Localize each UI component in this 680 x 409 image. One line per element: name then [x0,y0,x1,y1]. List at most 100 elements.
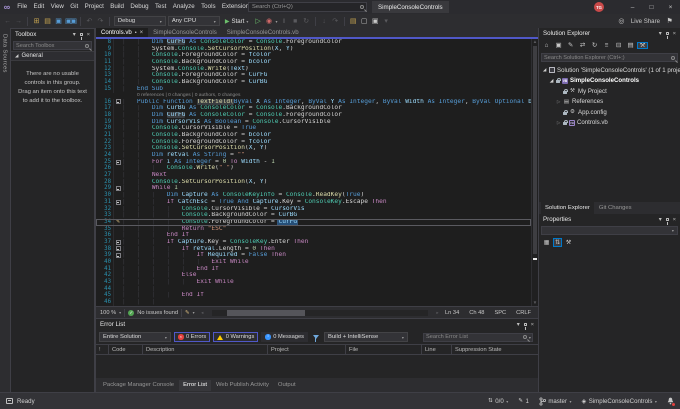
tree-item-simpleconsolecontrols[interactable]: ◢ VB SimpleConsoleControls [539,76,680,87]
step-into-icon[interactable]: ↓ [320,18,329,25]
code-line[interactable]: 8 │ │ Dim CurFG As ConsoleColor = Console… [96,39,531,46]
menu-view[interactable]: View [47,0,67,14]
chevron-down-icon[interactable]: ▾ [517,322,520,328]
collapsed-arrow-icon[interactable]: ▷ [556,120,561,126]
find-in-files-icon[interactable]: ▤ [349,17,358,25]
pin-icon[interactable] [665,32,669,39]
zoom-level[interactable]: 100 % [100,310,116,316]
code-line[interactable]: 42 │ │ │ │ Else [96,272,531,280]
horizontal-scrollbar[interactable] [211,309,429,316]
code-line[interactable]: 15 │ End Sub [96,85,531,93]
chevron-down-icon[interactable]: ▾ [659,31,662,37]
stop-debugging-icon[interactable]: ■ [291,18,300,25]
window-layout-icon[interactable]: ▣ [371,17,380,25]
document-tab[interactable]: Controls.vb • × [96,28,149,37]
code-line[interactable]: 31 │ │ │ If CatchEsc = True And Capture.K… [96,198,531,206]
error-list-search-input[interactable] [424,334,521,340]
solution-configurations-dropdown[interactable]: Debug ▾ [113,16,166,26]
bottom-tab-error-list[interactable]: Error List [179,379,211,391]
properties-grid[interactable] [539,249,680,392]
show-all-files-icon[interactable]: ▤ [625,42,636,49]
pending-changes-filter-icon[interactable]: ✎ [565,42,576,49]
menu-debug[interactable]: Debug [127,0,152,14]
search-input[interactable] [249,4,358,10]
tree-item-controls-vb[interactable]: ▷ VB Controls.vb [539,118,680,129]
scroll-left-icon[interactable]: ◂ [198,310,207,316]
close-tab-icon[interactable]: × [140,30,144,36]
code-line[interactable]: 35 │ │ │ │ Return "ESC" [96,225,531,233]
code-line[interactable]: 43 │ │ │ │ │ Exit While [96,279,531,286]
panel-tab-solution-explorer[interactable]: Solution Explorer [541,202,594,214]
menu-analyze[interactable]: Analyze [170,0,198,14]
menu-tools[interactable]: Tools [198,0,219,14]
code-line[interactable]: 46 │ │ │ [96,299,531,306]
collapse-all-icon[interactable]: ⊟ [613,42,624,49]
code-line[interactable]: 11 │ │ Console.BackgroundColor = bcolor [96,59,531,66]
break-all-icon[interactable]: ‖ [280,18,289,25]
errors-toggle-button[interactable]: × 0 Errors [174,332,211,342]
hot-reload-icon[interactable]: ◉ [265,17,274,25]
vertical-scrollbar[interactable]: ▲ ▼ [531,39,538,306]
chevron-down-icon[interactable]: ▾ [659,217,662,223]
account-avatar[interactable]: TG [594,2,604,12]
column-header-project[interactable]: Project [268,345,346,354]
collapse-region-icon[interactable] [115,99,121,105]
chevron-down-icon[interactable]: ▾ [73,32,76,38]
code-line[interactable]: 17 │ │ Dim CurBG As ConsoleColor = Consol… [96,105,531,112]
column-header-suppression-state[interactable]: Suppression State [452,345,538,354]
save-all-icon[interactable]: ▣▣ [65,17,77,25]
code-line[interactable]: 9 │ │ System.Console.SetCursorPosition(X,… [96,45,531,53]
column-header-description[interactable]: Description [143,345,268,354]
collapse-region-icon[interactable] [115,159,121,165]
properties-object-dropdown[interactable]: ▾ [541,226,678,235]
nav-forward-icon[interactable]: → [14,18,23,25]
health-status[interactable]: No issues found [137,310,178,316]
categorized-icon[interactable]: ▦ [542,238,551,247]
code-line[interactable]: 38 │ │ │ │ If retval.Length = 0 Then [96,245,531,253]
menu-build[interactable]: Build [107,0,127,14]
open-file-icon[interactable]: ▤ [43,17,52,25]
expanded-arrow-icon[interactable]: ◢ [542,67,547,73]
collapsed-arrow-icon[interactable]: ▷ [556,99,561,105]
code-line[interactable]: 18 │ │ Dim CurFG As ConsoleColor = Consol… [96,111,531,119]
code-line[interactable]: 12 │ │ System.Console.Write(Text) [96,65,531,73]
tree-item-solution-simpleconsolecontrols[interactable]: ◢ Solution 'SimpleConsoleControls' (1 of … [539,65,680,76]
code-line[interactable]: 14 │ │ Console.BackgroundColor = CurBG [96,79,531,86]
code-line[interactable]: 10 │ │ Console.ForegroundColor = fcolor [96,52,531,60]
data-sources-side-tab[interactable]: Data Sources [2,28,8,73]
menu-test[interactable]: Test [152,0,170,14]
menu-project[interactable]: Project [81,0,107,14]
save-icon[interactable]: ▣ [54,17,63,25]
close-icon[interactable]: × [87,32,90,38]
menu-git[interactable]: Git [67,0,81,14]
close-icon[interactable]: × [531,322,534,328]
scrollbar-thumb[interactable] [533,46,537,254]
code-line[interactable]: 44 │ │ │ [96,285,531,293]
filter-icon[interactable] [312,335,319,342]
code-line[interactable]: 16 │ Public Function TextField(ByVal X As… [96,98,531,106]
code-line[interactable]: 29 │ │ While 1 [96,185,531,193]
feedback-icon[interactable]: ⚑ [665,17,674,25]
redo-icon[interactable]: ↷ [96,17,105,25]
live-share-button[interactable]: Live Share [631,18,660,25]
start-without-debugging-icon[interactable]: ▷ [254,17,263,25]
refresh-icon[interactable]: ↻ [589,42,600,49]
code-line[interactable]: 40 │ │ │ │ │ │ Exit While [96,259,531,266]
restart-icon[interactable]: ↻ [302,17,311,25]
track-changes-icon[interactable]: ✎ [185,310,190,316]
solution-platforms-dropdown[interactable]: Any CPU ▾ [167,16,220,26]
code-line[interactable]: 41 │ │ │ │ │ End If [96,265,531,273]
source-filter-dropdown[interactable]: Build + IntelliSense ▾ [323,332,408,342]
panel-tab-git-changes[interactable]: Git Changes [595,202,636,214]
collapse-region-icon[interactable] [115,246,121,252]
close-icon[interactable]: × [673,217,676,223]
undo-icon[interactable]: ↶ [85,17,94,25]
scroll-right-icon[interactable]: ▸ [433,310,442,316]
pin-icon[interactable] [523,323,527,330]
collapse-region-icon[interactable] [115,239,121,245]
code-line[interactable]: 39 │ │ │ │ │ If Required = False Then [96,252,531,259]
messages-toggle-button[interactable]: i 0 Messages [261,332,308,342]
column-header-line[interactable]: Line [422,345,452,354]
code-line[interactable]: 32 │ │ │ │ Console.CursorVisible = Cursor… [96,205,531,213]
bottom-tab-web-publish-activity[interactable]: Web Publish Activity [212,380,273,391]
